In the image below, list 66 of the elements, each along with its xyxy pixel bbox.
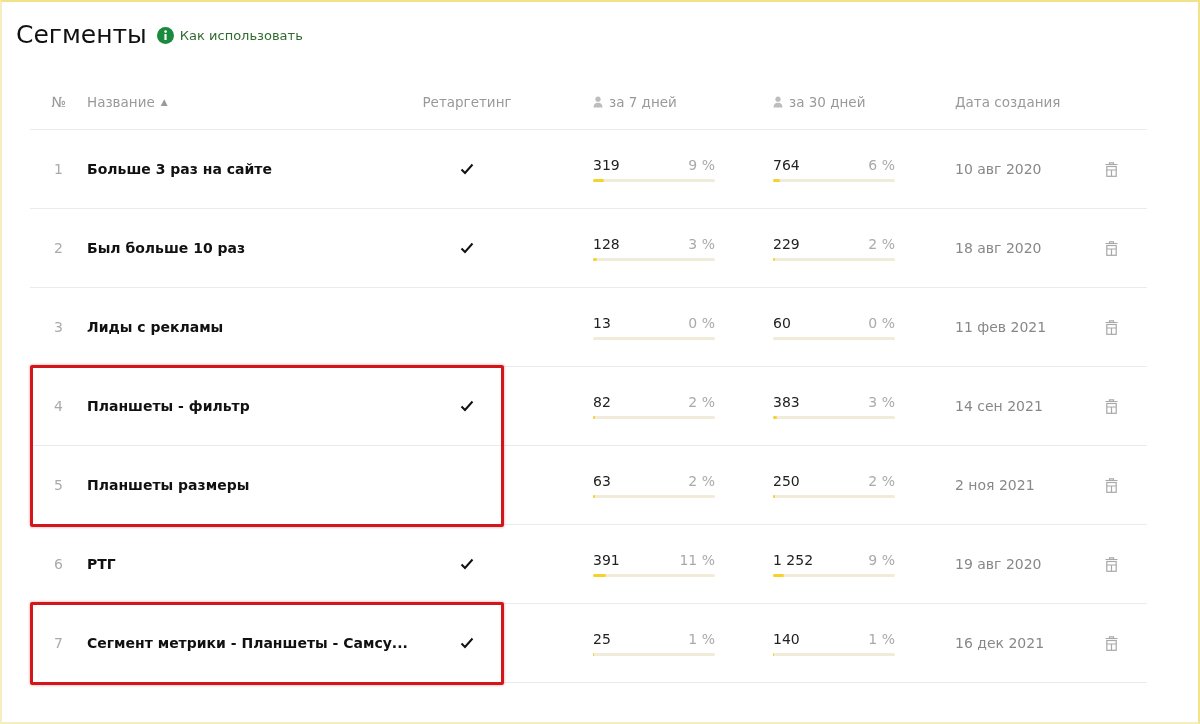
count-value: 128 — [593, 235, 620, 252]
creation-date: 19 авг 2020 — [955, 556, 1043, 572]
count-value: 63 — [593, 472, 611, 489]
percent-value: 2 % — [688, 393, 715, 410]
count-value: 383 — [773, 393, 800, 410]
count-value: 229 — [773, 235, 800, 252]
percent-value: 2 % — [688, 472, 715, 489]
count-value: 25 — [593, 630, 611, 647]
person-icon — [773, 95, 783, 108]
creation-date: 18 авг 2020 — [955, 240, 1043, 256]
trash-icon[interactable] — [1105, 635, 1118, 651]
trash-icon[interactable] — [1105, 477, 1118, 493]
percent-value: 6 % — [868, 156, 895, 173]
percent-value: 2 % — [868, 235, 895, 252]
info-icon — [156, 26, 174, 44]
column-header: Дата создания — [955, 93, 1061, 110]
count-value: 13 — [593, 314, 611, 331]
trash-icon[interactable] — [1105, 161, 1118, 177]
segment-name[interactable]: Был больше 10 раз — [87, 240, 246, 256]
row-number: 1 — [54, 161, 63, 177]
row-number: 3 — [54, 319, 63, 335]
creation-date: 10 авг 2020 — [955, 161, 1043, 177]
segment-name[interactable]: Лиды с рекламы — [87, 319, 224, 335]
trash-icon[interactable] — [1105, 398, 1118, 414]
percent-value: 9 % — [688, 156, 715, 173]
creation-date: 11 фев 2021 — [955, 319, 1048, 335]
count-value: 60 — [773, 314, 791, 331]
row-number: 6 — [54, 556, 63, 572]
creation-date: 2 ноя 2021 — [955, 477, 1036, 493]
percent-value: 11 % — [679, 551, 715, 568]
row-number: 7 — [54, 635, 63, 651]
percent-value: 3 % — [688, 235, 715, 252]
percent-value: 0 % — [688, 314, 715, 331]
percent-value: 1 % — [868, 630, 895, 647]
count-value: 140 — [773, 630, 800, 647]
column-header: за 7 дней — [609, 93, 677, 110]
count-value: 764 — [773, 156, 800, 173]
segment-name[interactable]: Больше 3 раз на сайте — [87, 161, 272, 177]
person-icon — [593, 95, 603, 108]
row-number: 2 — [54, 240, 63, 256]
count-value: 391 — [593, 551, 620, 568]
page-title: Сегменты — [16, 19, 147, 49]
count-value: 82 — [593, 393, 611, 410]
trash-icon[interactable] — [1105, 240, 1118, 256]
percent-value: 2 % — [868, 472, 895, 489]
count-value: 250 — [773, 472, 800, 489]
creation-date: 14 сен 2021 — [955, 398, 1044, 414]
column-header: Ретаргетинг — [422, 93, 512, 110]
segment-name[interactable]: Сегмент метрики - Планшеты - Самсу... — [87, 635, 408, 651]
count-value: 319 — [593, 156, 620, 173]
segment-name[interactable]: Планшеты размеры — [87, 477, 250, 493]
trash-icon[interactable] — [1105, 556, 1118, 572]
help-link[interactable]: Как использовать — [156, 26, 303, 44]
segment-name[interactable]: Планшеты - фильтр — [87, 398, 250, 414]
percent-value: 3 % — [868, 393, 895, 410]
creation-date: 16 дек 2021 — [955, 635, 1046, 651]
row-number: 5 — [54, 477, 63, 493]
count-value: 1 252 — [773, 551, 814, 568]
column-header: за 30 дней — [789, 93, 866, 110]
percent-value: 0 % — [868, 314, 895, 331]
column-header: № — [51, 93, 66, 110]
percent-value: 1 % — [688, 630, 715, 647]
segment-name[interactable]: РТГ — [87, 556, 116, 572]
trash-icon[interactable] — [1105, 319, 1118, 335]
row-number: 4 — [54, 398, 63, 414]
percent-value: 9 % — [868, 551, 895, 568]
